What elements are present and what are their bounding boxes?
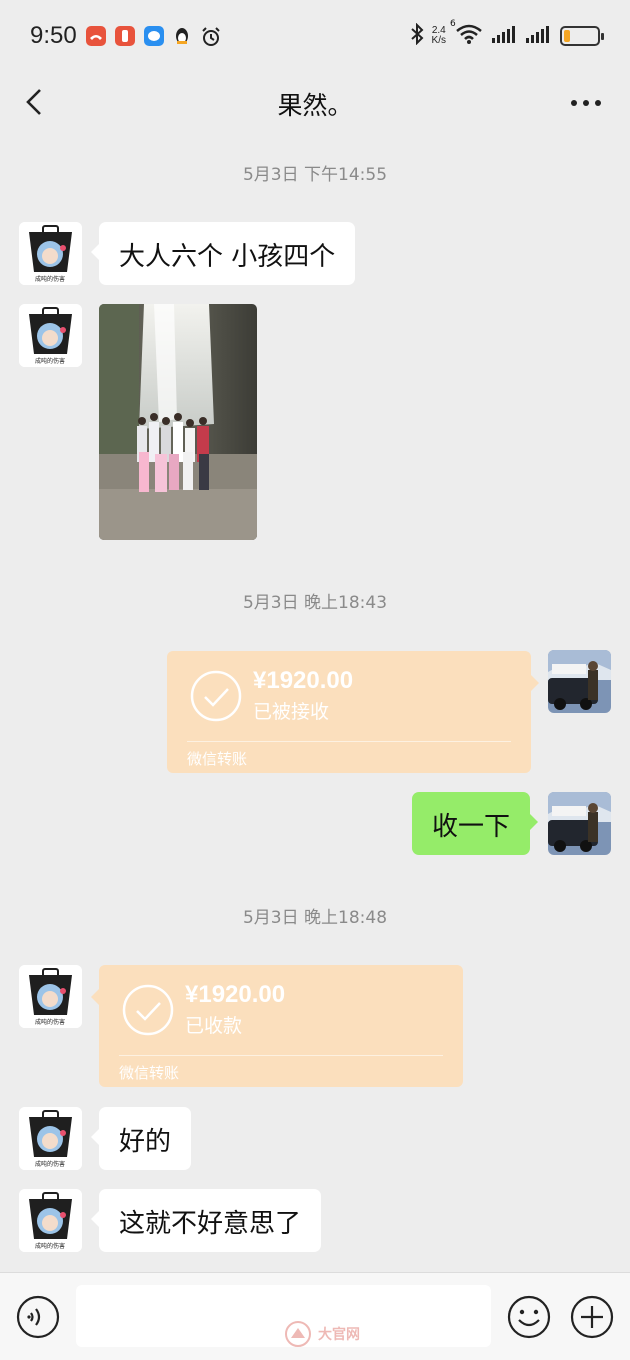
transfer-card-received[interactable]: ¥1920.00 已收款 微信转账 — [91, 965, 463, 1087]
check-circle-icon — [121, 983, 175, 1037]
timestamp: 5月3日 晚上18:43 — [242, 593, 388, 613]
status-right: 2.4 K/s 6 — [410, 19, 604, 50]
network-speed-unit: K/s — [431, 35, 446, 46]
transfer-divider — [187, 741, 511, 742]
transfer-divider — [119, 1055, 443, 1056]
watermark: 大官网 — [284, 1320, 360, 1348]
contact-avatar[interactable]: 成吨的伤害 — [19, 965, 82, 1028]
status-bar: 9:50 2.4 K/s 6 — [0, 0, 630, 72]
message-bubble[interactable]: 好的 — [90, 1107, 192, 1170]
timestamp: 5月3日 下午14:55 — [242, 165, 388, 185]
status-time: 9:50 — [30, 22, 77, 49]
alarm-icon — [200, 26, 220, 46]
avatar-caption: 成吨的伤害 — [35, 1160, 65, 1168]
chat-header: 果然。 — [0, 72, 630, 136]
avatar-caption: 成吨的伤害 — [35, 1242, 65, 1250]
wifi-badge: 6 — [450, 19, 456, 29]
check-circle-icon — [189, 669, 243, 723]
message-bubble[interactable]: 大人六个 小孩四个 — [90, 222, 356, 285]
signal-icon-2 — [526, 24, 552, 48]
contact-avatar[interactable]: 成吨的伤害 — [19, 222, 82, 285]
more-options-icon[interactable] — [568, 86, 604, 118]
blue-chat-icon — [144, 26, 164, 46]
battery-icon — [560, 26, 604, 46]
battery-level — [564, 30, 571, 42]
waterfall-family-photo[interactable] — [99, 304, 257, 540]
transfer-amount: ¥1920.00 — [185, 981, 286, 1008]
qq-penguin-icon — [172, 26, 192, 46]
avatar-caption: 成吨的伤害 — [35, 1018, 65, 1026]
avatar-caption: 成吨的伤害 — [35, 275, 65, 283]
message-bubble-self[interactable]: 收一下 — [412, 792, 539, 855]
red-app-icon — [115, 26, 135, 46]
contact-avatar[interactable]: 成吨的伤害 — [19, 1189, 82, 1252]
transfer-status: 已被接收 — [253, 701, 330, 723]
wifi-icon: 6 — [450, 19, 484, 49]
contact-avatar[interactable]: 成吨的伤害 — [19, 304, 82, 367]
transfer-label: 微信转账 — [187, 750, 248, 768]
network-speed: 2.4 K/s — [432, 26, 446, 46]
missed-call-icon — [86, 26, 106, 46]
transfer-label: 微信转账 — [119, 1064, 180, 1082]
self-avatar[interactable] — [548, 650, 611, 713]
chat-title: 果然。 — [277, 91, 353, 120]
bluetooth-icon — [410, 22, 424, 49]
message-bubble[interactable]: 这就不好意思了 — [90, 1189, 322, 1252]
watermark-logo-icon — [285, 1321, 311, 1347]
avatar-caption: 成吨的伤害 — [35, 357, 65, 365]
transfer-status: 已收款 — [185, 1015, 243, 1037]
transfer-amount: ¥1920.00 — [253, 667, 354, 694]
timestamp: 5月3日 晚上18:48 — [242, 908, 388, 928]
signal-icon-1 — [492, 24, 518, 48]
self-avatar[interactable] — [548, 792, 611, 855]
contact-avatar[interactable]: 成吨的伤害 — [19, 1107, 82, 1170]
emoji-icon[interactable] — [507, 1295, 551, 1339]
plus-icon[interactable] — [570, 1295, 614, 1339]
watermark-text: 大官网 — [318, 1327, 360, 1343]
transfer-card-sent[interactable]: ¥1920.00 已被接收 微信转账 — [167, 651, 539, 773]
voice-input-icon[interactable] — [16, 1295, 60, 1339]
